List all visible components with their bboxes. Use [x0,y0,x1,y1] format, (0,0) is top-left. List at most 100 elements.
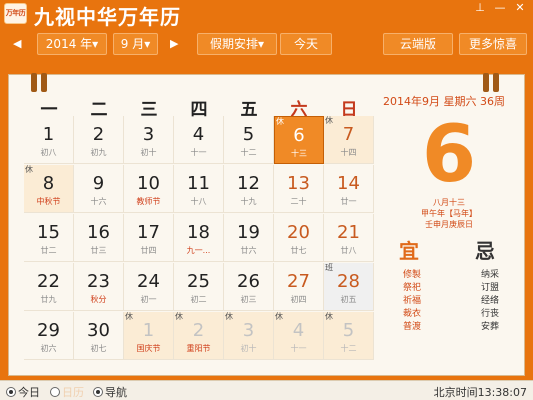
day-cell[interactable]: 27 初四 [274,263,324,311]
day-cell[interactable]: 休 5 十二 [324,312,374,360]
lunar-day-label: 十二 [340,344,357,353]
day-cell[interactable]: 休 6 十三 [274,116,324,164]
day-cell[interactable]: 26 初三 [224,263,274,311]
day-cell[interactable]: 29 初六 [24,312,74,360]
lunar-day-label: 九一... [186,246,211,255]
toolbar: ◀ 2014 年▾ 9 月▾ ▶ 假期安排▾ 今天 云端版 更多惊喜 [0,28,533,62]
auspicious-item: 裁衣 [403,309,422,319]
day-cell[interactable]: 25 初二 [174,263,224,311]
day-number: 15 [37,222,60,243]
beijing-time: 北京时间13:38:07 [433,386,527,399]
lunar-day-label: 初一 [140,295,157,304]
holiday-tag: 休 [325,312,333,321]
radio-dot-icon [6,387,16,397]
lunar-day-label: 十九 [240,197,257,206]
pin-button[interactable]: ⊥ [470,0,490,16]
next-month-button[interactable]: ▶ [170,37,178,50]
cloud-version-button[interactable]: 云端版 [383,33,453,55]
day-cell[interactable]: 19 廿六 [224,214,274,262]
holiday-tag: 班 [325,263,333,272]
nav-radio[interactable]: 导航 [93,384,127,400]
day-cell[interactable]: 15 廿二 [24,214,74,262]
holiday-tag: 休 [325,116,333,125]
day-cell[interactable]: 休 8 中秋节 [24,165,74,213]
day-number: 29 [37,320,60,341]
day-cell[interactable]: 休 2 重阳节 [174,312,224,360]
close-button[interactable]: ✕ [510,0,530,16]
day-cell[interactable]: 休 4 十一 [274,312,324,360]
day-number: 19 [237,222,260,243]
day-number: 5 [342,320,355,341]
day-number: 21 [337,222,360,243]
day-cell[interactable]: 14 廿一 [324,165,374,213]
day-cell[interactable]: 20 廿七 [274,214,324,262]
lunar-day-label: 初四 [290,295,307,304]
calendar-radio[interactable]: 日历 [50,384,84,400]
day-cell[interactable]: 30 初七 [74,312,124,360]
lunar-day-label: 廿六 [240,246,257,255]
day-detail-panel: 2014年9月 星期六 36周 6 八月十三 甲午年【马年】 壬申月庚辰日 宜 … [379,89,519,369]
day-cell[interactable]: 班 28 初五 [324,263,374,311]
lunar-day-label: 初五 [340,295,357,304]
lunar-day-label: 十八 [190,197,207,206]
day-number: 23 [87,271,110,292]
minimize-button[interactable]: — [490,0,510,16]
status-bar: 今日 日历 导航 北京时间13:38:07 [0,380,533,400]
day-cell[interactable]: 17 廿四 [124,214,174,262]
lunar-day-label: 初十 [140,148,157,157]
day-number: 6 [293,125,305,146]
day-cell[interactable]: 2 初九 [74,116,124,164]
lunar-day-label: 初二 [190,295,207,304]
lunar-day-label: 十四 [340,148,357,157]
day-cell[interactable]: 11 十八 [174,165,224,213]
day-number: 3 [242,320,255,341]
lunar-day-label: 廿一 [340,197,357,206]
day-cell[interactable]: 1 初八 [24,116,74,164]
day-number: 4 [292,320,305,341]
day-cell[interactable]: 16 廿三 [74,214,124,262]
holiday-schedule-button[interactable]: 假期安排▾ [197,33,277,55]
year-select[interactable]: 2014 年▾ [37,33,107,55]
day-cell[interactable]: 9 十六 [74,165,124,213]
day-cell[interactable]: 5 十二 [224,116,274,164]
day-cell[interactable]: 22 廿九 [24,263,74,311]
day-cell[interactable]: 23 秋分 [74,263,124,311]
day-number: 13 [287,173,310,194]
prev-month-button[interactable]: ◀ [13,37,21,50]
lunar-day-label: 教师节 [136,197,161,206]
day-cell[interactable]: 13 二十 [274,165,324,213]
day-cell[interactable]: 休 1 国庆节 [124,312,174,360]
ganzhi-day: 壬申月庚辰日 [425,220,473,229]
day-cell[interactable]: 18 九一... [174,214,224,262]
day-cell[interactable]: 10 教师节 [124,165,174,213]
day-cell[interactable]: 12 十九 [224,165,274,213]
day-cell[interactable]: 4 十一 [174,116,224,164]
auspicious-item: 祈福 [403,296,422,306]
today-radio[interactable]: 今日 [6,384,40,400]
lunar-day-label: 初九 [90,148,107,157]
day-number: 27 [287,271,310,292]
binder-ring [31,73,37,92]
day-cell[interactable]: 休 3 初十 [224,312,274,360]
auspicious-label: 宜 [399,239,419,263]
inauspicious-item: 订盟 [481,283,500,293]
day-cell[interactable]: 休 7 十四 [324,116,374,164]
day-cell[interactable]: 24 初一 [124,263,174,311]
day-number: 12 [237,173,260,194]
lunar-day-label: 十六 [90,197,107,206]
day-number: 24 [137,271,160,292]
day-number: 1 [42,124,55,145]
day-cell[interactable]: 21 廿八 [324,214,374,262]
lunar-day-label: 十二 [240,148,257,157]
auspicious-item: 修製 [403,270,422,280]
lunar-day-label: 初三 [240,295,257,304]
calendar-panel: 一 二 三 四 五 六 日 1 初八 2 初九 3 初十 4 十一 5 十二休 6 十三休 7 十四休 8 中… [8,73,525,376]
day-cell[interactable]: 3 初十 [124,116,174,164]
month-select[interactable]: 9 月▾ [113,33,158,55]
lunar-day-label: 初七 [90,344,107,353]
inauspicious-item: 行丧 [481,309,500,319]
day-number: 1 [142,320,155,341]
today-button[interactable]: 今天 [280,33,332,55]
more-surprises-button[interactable]: 更多惊喜 [459,33,527,55]
inauspicious-item: 纳采 [481,270,500,280]
